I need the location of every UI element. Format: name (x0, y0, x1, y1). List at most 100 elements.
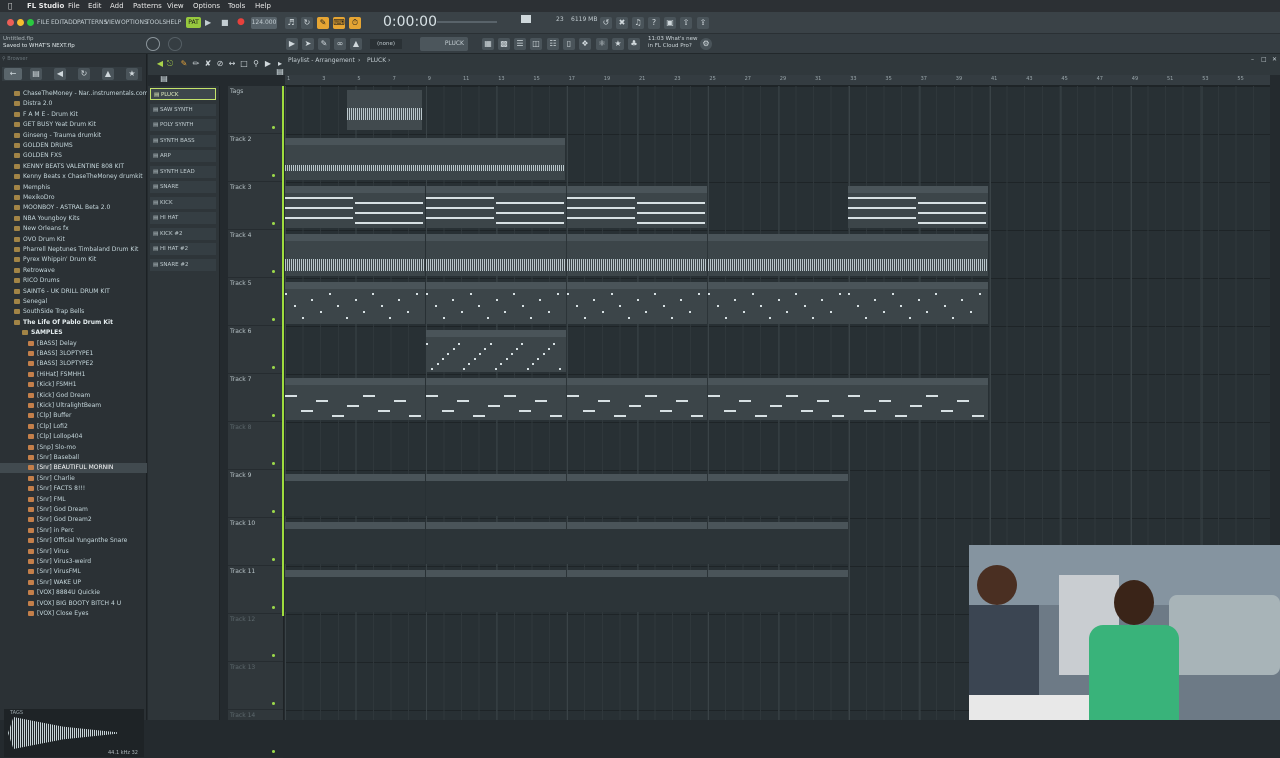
snap-icon[interactable]: ▶ (286, 38, 298, 50)
browser-item[interactable]: ChaseTheMoney - Nar..instrumentals.com (0, 89, 147, 99)
track-mute-led[interactable] (272, 654, 275, 657)
browser-search[interactable]: ⚲ Browser (2, 56, 142, 64)
browser-item[interactable]: [Snr] Virus3-weird (0, 557, 147, 567)
main-volume-knob[interactable] (168, 37, 182, 51)
tags-footer[interactable]: TAGS (10, 710, 23, 716)
playlist-clip[interactable]: KICK #2 (567, 570, 707, 612)
tb-menu-help[interactable]: HELP (166, 19, 181, 26)
snap-select[interactable]: (none) (370, 39, 402, 49)
timeline-ruler[interactable]: 1 3 5 7 9 11 13 15 17 19 21 23 25 27 29 31 33 35 37 39 41 43 4… (285, 75, 1270, 86)
track-header[interactable]: Track 3 (228, 182, 283, 230)
track-mute-led[interactable] (272, 126, 275, 129)
playlist-clip[interactable]: SYNTH BASS (567, 378, 707, 420)
browser-item[interactable]: OVO Drum Kit (0, 235, 147, 245)
browser-item[interactable]: New Orleans fx (0, 224, 147, 234)
playlist-clip[interactable]: SYNTH BASS (708, 378, 848, 420)
browser-view-icon[interactable]: ▲ (102, 68, 114, 80)
menu-patterns[interactable]: Patterns (133, 0, 162, 12)
pattern-item[interactable]: ▤ ARP (150, 150, 216, 162)
playlist-clip[interactable]: ARP (708, 282, 848, 324)
news-line-1[interactable]: 11:03 What's new (648, 36, 698, 42)
playlist-clip[interactable]: WHAT'S NEXT_2026-04-03 00-54-21_Serum 2 … (708, 234, 848, 276)
browser-item[interactable]: [HiHat] FSMHH1 (0, 370, 147, 380)
menu-edit[interactable]: Edit (88, 0, 102, 12)
playlist-clip[interactable]: HI HAT (426, 474, 566, 516)
pattern-item[interactable]: ▤ SNARE (150, 181, 216, 193)
menu-file[interactable]: File (68, 0, 80, 12)
menu-tools[interactable]: Tools (228, 0, 245, 12)
tb-menu-tools[interactable]: TOOLS (146, 19, 166, 26)
track-header[interactable]: Track 4 (228, 230, 283, 278)
mixer-view-icon[interactable]: ◫ (530, 38, 542, 50)
track-mute-led[interactable] (272, 366, 275, 369)
pattern-item[interactable]: ▤ SAW SYNTH (150, 103, 216, 116)
track-header[interactable]: Track 5 (228, 278, 283, 326)
browser-item[interactable]: GOLDEN FXS (0, 151, 147, 161)
playlist-clip[interactable]: SYNTH LEAD (426, 330, 566, 372)
pattern-item[interactable]: ▤ SNARE #2 (150, 258, 216, 271)
track-mute-led[interactable] (272, 558, 275, 561)
pattern-selector[interactable]: PLUCK (420, 37, 468, 51)
track-header[interactable]: Track 11 (228, 566, 283, 614)
track-mute-led[interactable] (272, 222, 275, 225)
browser-item[interactable]: [VOX] BIG BOOTY BITCH 4 U (0, 599, 147, 609)
browser-item[interactable]: The Life Of Pablo Drum Kit (0, 318, 147, 328)
browser-item[interactable]: [Snr] Baseball (0, 453, 147, 463)
restore-playlist-icon[interactable]: □ (1261, 56, 1267, 63)
undo-history-icon[interactable]: ↺ (600, 17, 612, 29)
minimize-window-icon[interactable] (17, 19, 24, 26)
export-icon[interactable]: ⇧ (680, 17, 692, 29)
browser-item[interactable]: [Clp] Lofi2 (0, 422, 147, 432)
typing-keyboard-icon[interactable]: ⌨ (333, 17, 345, 29)
track-mute-led[interactable] (272, 318, 275, 321)
browser-item[interactable]: [Snp] Slo-mo (0, 443, 147, 453)
playlist-clip[interactable]: ARP (567, 282, 707, 324)
plugin-picker-icon[interactable]: ❖ (579, 38, 591, 50)
menu-options[interactable]: Options (193, 0, 220, 12)
browser-item[interactable]: [Clp] Buffer (0, 411, 147, 421)
tb-menu-file[interactable]: FILE (37, 19, 49, 26)
browser-star-icon[interactable]: ★ (126, 68, 138, 80)
playlist-clip[interactable]: HI HAT (285, 474, 425, 516)
help-icon[interactable]: ? (648, 17, 660, 29)
browser-item[interactable]: [Snr] God Dream (0, 505, 147, 515)
playlist-clip[interactable]: SAW SYNTH (426, 186, 566, 228)
browser-item[interactable]: [Kick] FSMH1 (0, 380, 147, 390)
playlist-clip[interactable]: HI HAT #2 (708, 474, 848, 516)
browser-item[interactable]: [Snr] Charlie (0, 474, 147, 484)
browser-item[interactable]: [BASS] 3LOPTYPE2 (0, 359, 147, 369)
mixer-icon[interactable]: ✖ (616, 17, 628, 29)
save-icon[interactable]: ▣ (664, 17, 676, 29)
browser-item[interactable]: MexikoDro (0, 193, 147, 203)
playlist-icon[interactable]: ☰ (514, 38, 526, 50)
close-window-icon[interactable] (7, 19, 14, 26)
browser-item[interactable]: [Snr] Virus (0, 547, 147, 557)
tempo-tapper-icon[interactable]: ♣ (628, 38, 640, 50)
delete-tool-icon[interactable]: ✘ (202, 58, 214, 70)
tb-menu-options[interactable]: OPTIONS (121, 19, 148, 26)
app-menu[interactable]: FL Studio (27, 0, 64, 12)
zoom-tool-icon[interactable]: ⚲ (250, 58, 262, 70)
playlist-clip[interactable]: SAW SYNTH (567, 186, 707, 228)
record-button-icon[interactable]: ● (237, 17, 245, 27)
track-header[interactable]: Track 9 (228, 470, 283, 518)
plugin-database-icon[interactable]: ▯ (563, 38, 575, 50)
playlist-clip[interactable]: SNARE (285, 522, 425, 564)
pattern-item[interactable]: ▤ HI HAT #2 (150, 243, 216, 255)
pencil-tool-icon[interactable]: ✎ (318, 38, 330, 50)
maximize-window-icon[interactable] (27, 19, 34, 26)
playlist-clip[interactable] (347, 90, 422, 130)
playlist-clip[interactable]: KICK (285, 570, 425, 612)
track-header[interactable]: Track 14 (228, 710, 283, 758)
browser-item[interactable]: Ginseng - Trauma drumkit (0, 131, 147, 141)
playlist-clip[interactable]: SYNTH BASS (848, 378, 988, 420)
browser-item[interactable]: Kenny Beats x ChaseTheMoney drumkit (0, 172, 147, 182)
browser-item[interactable]: [Snr] in Perc (0, 526, 147, 536)
countdown-icon[interactable]: ⏱ (349, 17, 361, 29)
playlist-clip[interactable]: SNARE (426, 522, 566, 564)
browser-item[interactable]: [VOX] 8884U Quickie (0, 588, 147, 598)
fl-cloud-icon[interactable]: ⚙ (700, 38, 712, 50)
track-header[interactable]: Track 10 (228, 518, 283, 566)
playlist-clip[interactable]: ARP (848, 282, 988, 324)
browser-item[interactable]: Senegal (0, 297, 147, 307)
